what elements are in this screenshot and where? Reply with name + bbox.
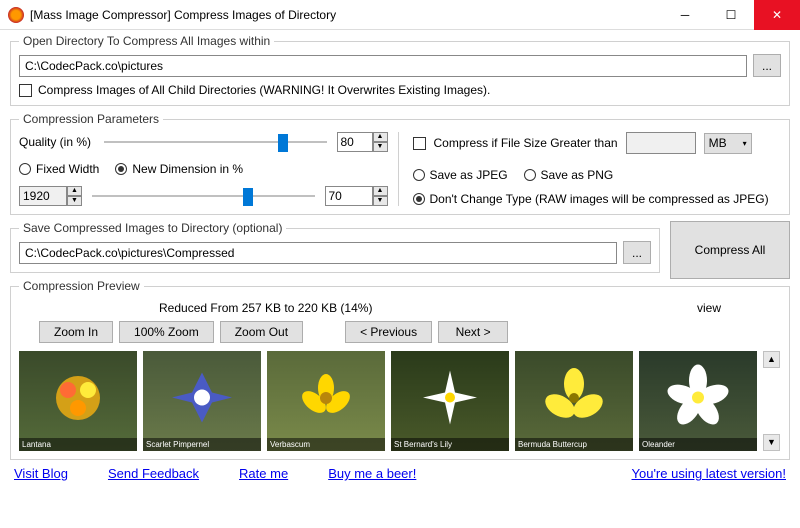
width-spin-up[interactable]: ▲ — [67, 186, 82, 196]
fixed-width-label: Fixed Width — [36, 162, 99, 176]
maximize-button[interactable]: ☐ — [708, 0, 754, 30]
new-dimension-label: New Dimension in % — [132, 162, 243, 176]
quality-label: Quality (in %) — [19, 135, 94, 149]
thumbnail[interactable]: Oleander — [639, 351, 757, 451]
preview-legend: Compression Preview — [19, 279, 144, 293]
dim-spin-down[interactable]: ▼ — [373, 196, 388, 206]
save-jpeg-label: Save as JPEG — [430, 168, 508, 182]
zoom-100-button[interactable]: 100% Zoom — [119, 321, 214, 343]
close-button[interactable]: ✕ — [754, 0, 800, 30]
thumbnail[interactable]: St Bernard's Lily — [391, 351, 509, 451]
dest-path-input[interactable] — [19, 242, 617, 264]
compress-if-checkbox[interactable] — [413, 137, 426, 150]
quality-spin-down[interactable]: ▼ — [373, 142, 388, 152]
reduction-text: Reduced From 257 KB to 220 KB (14%) — [159, 301, 372, 315]
compress-all-button[interactable]: Compress All — [670, 221, 790, 279]
quality-spin-up[interactable]: ▲ — [373, 132, 388, 142]
browse-dest-button[interactable]: ... — [623, 241, 651, 264]
child-dirs-label: Compress Images of All Child Directories… — [38, 83, 490, 97]
child-dirs-checkbox[interactable] — [19, 84, 32, 97]
buy-beer-link[interactable]: Buy me a beer! — [328, 466, 416, 481]
window-title: [Mass Image Compressor] Compress Images … — [30, 8, 662, 22]
open-directory-legend: Open Directory To Compress All Images wi… — [19, 34, 274, 48]
new-dimension-radio[interactable] — [115, 163, 127, 175]
view-label: view — [697, 301, 721, 315]
source-path-input[interactable] — [19, 55, 747, 77]
dim-spin-up[interactable]: ▲ — [373, 186, 388, 196]
scroll-down-icon: ▼ — [763, 434, 780, 451]
thumbnail-scrollbar[interactable]: ▲▼ — [763, 351, 780, 451]
dimension-slider[interactable] — [92, 186, 315, 206]
zoom-in-button[interactable]: Zoom In — [39, 321, 113, 343]
fixed-width-input[interactable] — [19, 186, 67, 206]
save-png-radio[interactable] — [524, 169, 536, 181]
next-button[interactable]: Next > — [438, 321, 508, 343]
browse-source-button[interactable]: ... — [753, 54, 781, 77]
thumbnail[interactable]: Scarlet Pimpernel — [143, 351, 261, 451]
size-threshold-input[interactable] — [626, 132, 696, 154]
params-legend: Compression Parameters — [19, 112, 163, 126]
visit-blog-link[interactable]: Visit Blog — [14, 466, 68, 481]
previous-button[interactable]: < Previous — [345, 321, 432, 343]
quality-slider[interactable] — [104, 132, 327, 152]
footer-links: Visit Blog Send Feedback Rate me Buy me … — [10, 466, 790, 481]
width-spin-down[interactable]: ▼ — [67, 196, 82, 206]
quality-value-input[interactable] — [337, 132, 373, 152]
thumbnail[interactable]: Bermuda Buttercup — [515, 351, 633, 451]
zoom-out-button[interactable]: Zoom Out — [220, 321, 303, 343]
fixed-width-radio[interactable] — [19, 163, 31, 175]
dont-change-radio[interactable] — [413, 193, 425, 205]
preview-group: Compression Preview Reduced From 257 KB … — [10, 279, 790, 460]
save-directory-group: Save Compressed Images to Directory (opt… — [10, 221, 660, 273]
save-png-label: Save as PNG — [541, 168, 614, 182]
minimize-button[interactable]: ─ — [662, 0, 708, 30]
compression-params-group: Compression Parameters Quality (in %) ▲▼… — [10, 112, 790, 215]
open-directory-group: Open Directory To Compress All Images wi… — [10, 34, 790, 106]
titlebar: [Mass Image Compressor] Compress Images … — [0, 0, 800, 30]
dont-change-label: Don't Change Type (RAW images will be co… — [430, 192, 769, 206]
scroll-up-icon: ▲ — [763, 351, 780, 368]
dimension-value-input[interactable] — [325, 186, 373, 206]
version-link[interactable]: You're using latest version! — [632, 466, 786, 481]
thumbnail[interactable]: Lantana — [19, 351, 137, 451]
app-icon — [8, 7, 24, 23]
size-unit-select[interactable]: MB▾ — [704, 133, 752, 154]
send-feedback-link[interactable]: Send Feedback — [108, 466, 199, 481]
save-legend: Save Compressed Images to Directory (opt… — [19, 221, 286, 235]
compress-if-label: Compress if File Size Greater than — [434, 136, 618, 150]
thumbnail[interactable]: Verbascum — [267, 351, 385, 451]
save-jpeg-radio[interactable] — [413, 169, 425, 181]
rate-me-link[interactable]: Rate me — [239, 466, 288, 481]
